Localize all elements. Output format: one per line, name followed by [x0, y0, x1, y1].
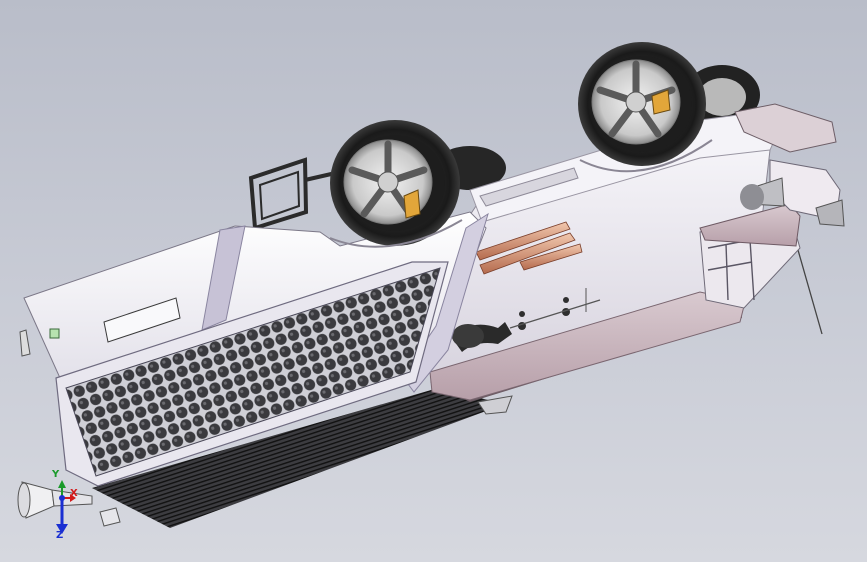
coordinate-triad [56, 480, 76, 534]
roll-frame [248, 157, 341, 231]
z-axis-label: Z [56, 530, 64, 541]
y-axis-head [58, 480, 66, 488]
rear-wheel [578, 42, 706, 166]
indicator-square [49, 328, 60, 339]
y-axis-label: Y [52, 469, 60, 480]
front-corner-block [19, 329, 31, 357]
x-axis-label: X [70, 488, 78, 499]
front-wheel [330, 120, 460, 246]
cad-model-scene[interactable] [0, 0, 867, 562]
graphics-viewport[interactable]: X Y Z [0, 0, 867, 562]
